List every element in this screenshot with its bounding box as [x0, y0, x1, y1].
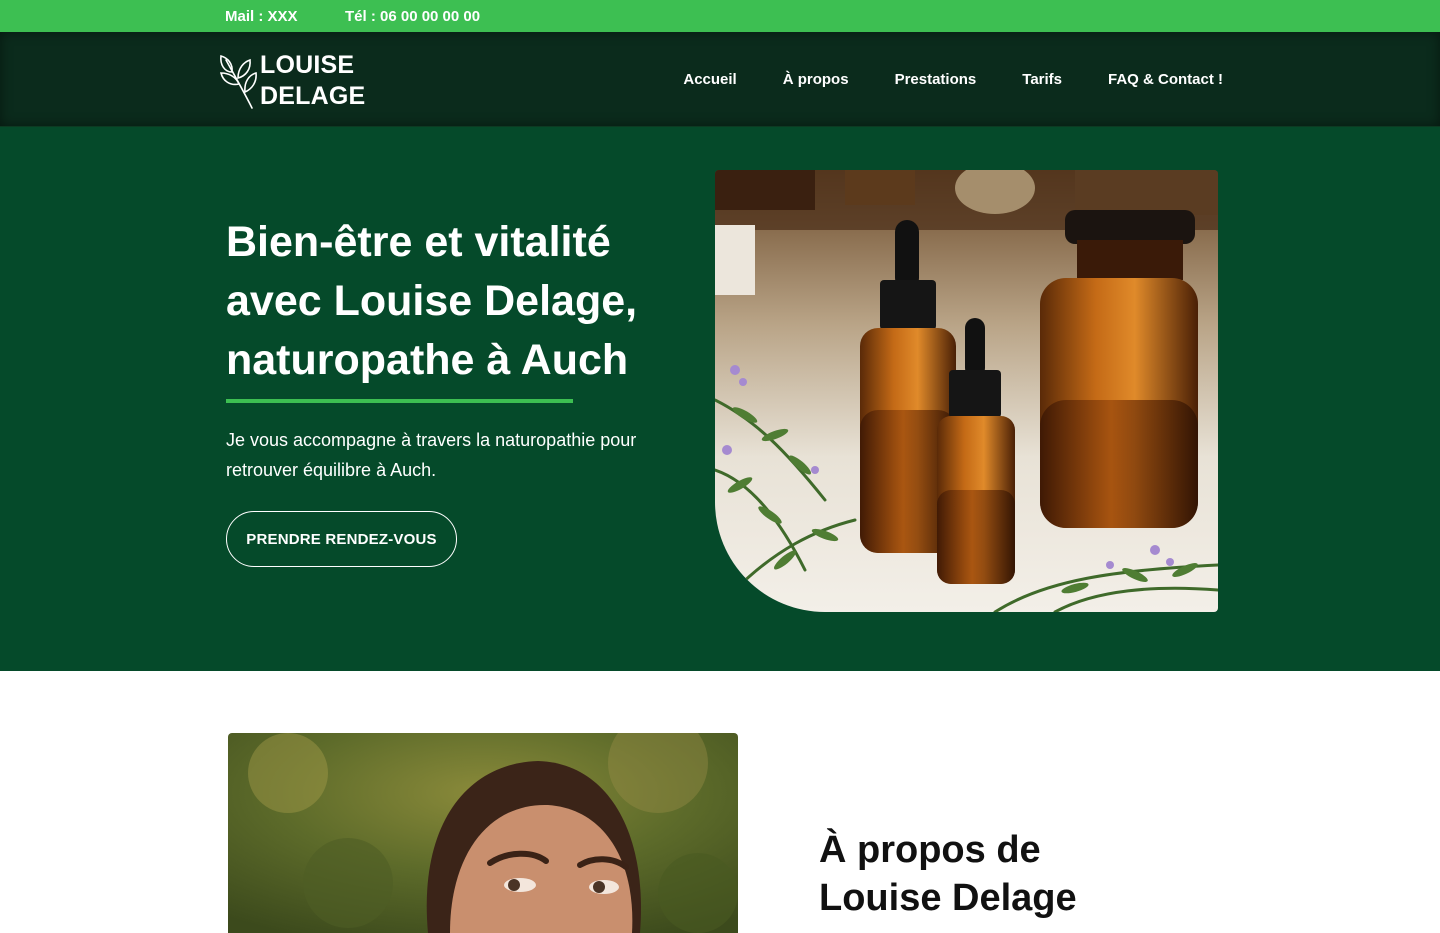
hero-section: Bien-être et vitalité avec Louise Delage…	[0, 127, 1440, 671]
about-portrait-image	[228, 733, 738, 933]
leaf-branch-icon	[219, 54, 257, 109]
site-logo[interactable]: LOUISE DELAGE	[218, 50, 365, 112]
nav-item-prestations[interactable]: Prestations	[895, 71, 977, 88]
site-header: LOUISE DELAGE Accueil À propos Prestatio…	[0, 32, 1440, 127]
nav-item-accueil[interactable]: Accueil	[683, 71, 736, 88]
nav-item-tarifs[interactable]: Tarifs	[1022, 71, 1062, 88]
hero-subtitle: Je vous accompagne à travers la naturopa…	[226, 430, 637, 480]
top-contact-bar: Mail : XXX Tél : 06 00 00 00 00	[0, 0, 1440, 32]
nav-item-a-propos[interactable]: À propos	[783, 71, 849, 88]
book-appointment-button[interactable]: PRENDRE RENDEZ-VOUS	[226, 511, 457, 567]
logo-line-2: DELAGE	[260, 82, 366, 110]
contact-mail[interactable]: Mail : XXX	[225, 8, 298, 25]
hero-title: Bien-être et vitalité avec Louise Delage…	[226, 218, 638, 384]
contact-phone[interactable]: Tél : 06 00 00 00 00	[345, 8, 480, 25]
hero-image-essential-oils	[715, 170, 1218, 612]
hero-title-underline	[226, 399, 573, 403]
nav-item-faq-contact[interactable]: FAQ & Contact !	[1108, 71, 1223, 88]
logo-text: LOUISE DELAGE	[260, 50, 365, 112]
logo-line-1: LOUISE	[260, 51, 355, 79]
about-title: À propos de Louise Delage	[819, 829, 1077, 919]
main-nav: Accueil À propos Prestations Tarifs FAQ …	[637, 32, 1223, 127]
